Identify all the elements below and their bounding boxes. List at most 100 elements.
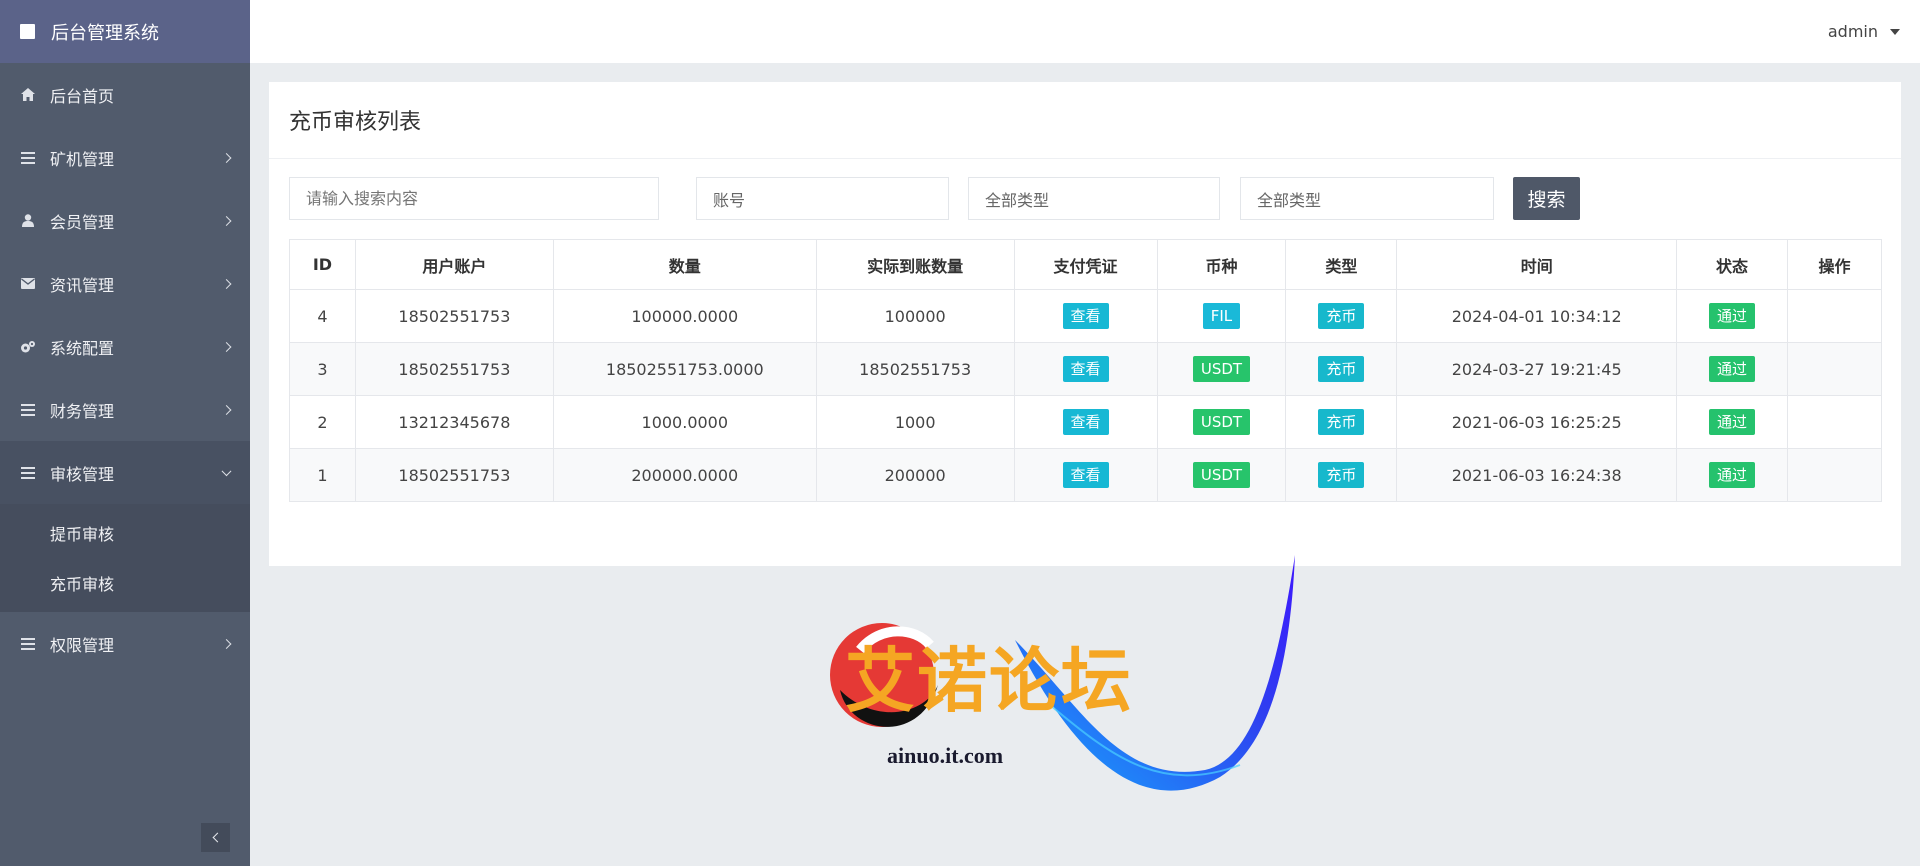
sidebar-item-miners[interactable]: 矿机管理 [0, 126, 250, 189]
header-amount: 数量 [552, 239, 817, 290]
sidebar-item-label: 矿机管理 [50, 149, 115, 169]
cell-actions [1787, 289, 1882, 343]
table-row: 2 13212345678 1000.0000 1000 查看 USDT 充币 … [289, 395, 1882, 449]
cell-actual: 18502551753 [815, 342, 1015, 396]
header-status: 状态 [1676, 239, 1788, 290]
sidebar-item-permissions[interactable]: 权限管理 [0, 612, 250, 675]
submenu-item-deposit-audit[interactable]: 充币审核 [0, 558, 250, 608]
user-menu[interactable]: admin [1828, 22, 1900, 41]
header-coin: 币种 [1156, 239, 1287, 290]
mail-icon [20, 276, 36, 292]
search-input[interactable] [289, 177, 659, 220]
sidebar: 后台管理系统 后台首页 矿机管理 会员管理 资讯管理 系统配置 财务管理 审核管… [0, 0, 250, 866]
cell-id: 3 [289, 342, 356, 396]
user-icon [20, 213, 36, 229]
cell-time: 2021-06-03 16:24:38 [1396, 448, 1678, 502]
status-badge: 通过 [1709, 462, 1756, 488]
deposit-table: ID 用户账户 数量 实际到账数量 支付凭证 币种 类型 时间 状态 操作 4 … [289, 239, 1882, 502]
brand-title: 后台管理系统 [51, 22, 159, 44]
status-badge: 通过 [1709, 356, 1756, 382]
type-select-2[interactable]: 全部类型 [1240, 177, 1494, 220]
header-actual: 实际到账数量 [815, 239, 1015, 290]
cell-id: 4 [289, 289, 356, 343]
status-badge: 通过 [1709, 409, 1756, 435]
sidebar-collapse-button[interactable] [201, 823, 230, 852]
sidebar-item-system-config[interactable]: 系统配置 [0, 315, 250, 378]
cell-amount: 200000.0000 [552, 448, 817, 502]
header-id: ID [289, 239, 356, 290]
header-type: 类型 [1285, 239, 1398, 290]
submenu-item-label: 提币审核 [50, 525, 115, 544]
cell-type: 充币 [1285, 342, 1398, 396]
type-select-1[interactable]: 全部类型 [968, 177, 1220, 220]
type-badge: 充币 [1318, 356, 1365, 382]
submenu-item-withdraw-audit[interactable]: 提币审核 [0, 508, 250, 558]
cell-type: 充币 [1285, 289, 1398, 343]
cell-coin: USDT [1156, 395, 1287, 449]
header-account: 用户账户 [354, 239, 554, 290]
type-badge: 充币 [1318, 303, 1365, 329]
caret-down-icon [1890, 28, 1900, 35]
cell-type: 充币 [1285, 448, 1398, 502]
sidebar-item-label: 会员管理 [50, 212, 115, 232]
chevron-left-icon [212, 832, 223, 843]
cell-proof: 查看 [1013, 342, 1158, 396]
status-badge: 通过 [1709, 303, 1756, 329]
list-icon [20, 636, 36, 652]
cell-coin: USDT [1156, 448, 1287, 502]
cell-status: 通过 [1676, 448, 1788, 502]
coin-badge: USDT [1192, 409, 1251, 435]
sidebar-item-label: 审核管理 [50, 464, 115, 484]
brand-square-icon [20, 24, 35, 39]
cell-actual: 1000 [815, 395, 1015, 449]
brand[interactable]: 后台管理系统 [0, 0, 250, 63]
cell-time: 2024-04-01 10:34:12 [1396, 289, 1678, 343]
cell-proof: 查看 [1013, 395, 1158, 449]
cell-account: 18502551753 [354, 342, 554, 396]
coin-badge: USDT [1192, 356, 1251, 382]
cell-proof: 查看 [1013, 289, 1158, 343]
sidebar-item-label: 系统配置 [50, 338, 115, 358]
page-title: 充币审核列表 [269, 82, 1901, 159]
watermark-url: ainuo.it.com [887, 743, 1004, 768]
audit-submenu: 提币审核 充币审核 [0, 504, 250, 612]
cell-actions [1787, 395, 1882, 449]
cell-status: 通过 [1676, 395, 1788, 449]
view-proof-button[interactable]: 查看 [1062, 462, 1109, 488]
search-button[interactable]: 搜索 [1513, 177, 1580, 220]
view-proof-button[interactable]: 查看 [1062, 303, 1109, 329]
cell-account: 13212345678 [354, 395, 554, 449]
table-row: 3 18502551753 18502551753.0000 185025517… [289, 342, 1882, 396]
view-proof-button[interactable]: 查看 [1062, 356, 1109, 382]
home-icon [20, 87, 36, 103]
cell-status: 通过 [1676, 342, 1788, 396]
list-icon [20, 402, 36, 418]
list-icon [20, 150, 36, 166]
chevron-right-icon [221, 215, 232, 226]
cell-proof: 查看 [1013, 448, 1158, 502]
coin-badge: USDT [1192, 462, 1251, 488]
cell-actual: 200000 [815, 448, 1015, 502]
sidebar-item-home[interactable]: 后台首页 [0, 63, 250, 126]
header-actions: 操作 [1787, 239, 1882, 290]
sidebar-item-audit[interactable]: 审核管理 [0, 441, 250, 504]
table-header-row: ID 用户账户 数量 实际到账数量 支付凭证 币种 类型 时间 状态 操作 [289, 239, 1882, 290]
sidebar-item-finance[interactable]: 财务管理 [0, 378, 250, 441]
sidebar-item-members[interactable]: 会员管理 [0, 189, 250, 252]
sidebar-item-news[interactable]: 资讯管理 [0, 252, 250, 315]
cell-amount: 100000.0000 [552, 289, 817, 343]
view-proof-button[interactable]: 查看 [1062, 409, 1109, 435]
chevron-right-icon [221, 638, 232, 649]
watermark-text: 艾诺论坛 [845, 639, 1133, 722]
sidebar-item-label: 权限管理 [50, 635, 115, 655]
deposit-audit-card: 充币审核列表 账号 全部类型 全部类型 搜索 ID 用户账户 数量 实际到账数量… [269, 82, 1901, 566]
table-row: 1 18502551753 200000.0000 200000 查看 USDT… [289, 448, 1882, 502]
account-select[interactable]: 账号 [696, 177, 949, 220]
cell-account: 18502551753 [354, 289, 554, 343]
header-proof: 支付凭证 [1013, 239, 1158, 290]
chevron-down-icon [221, 465, 232, 476]
cell-actions [1787, 342, 1882, 396]
cell-type: 充币 [1285, 395, 1398, 449]
username: admin [1827, 22, 1878, 41]
cell-id: 2 [289, 395, 356, 449]
